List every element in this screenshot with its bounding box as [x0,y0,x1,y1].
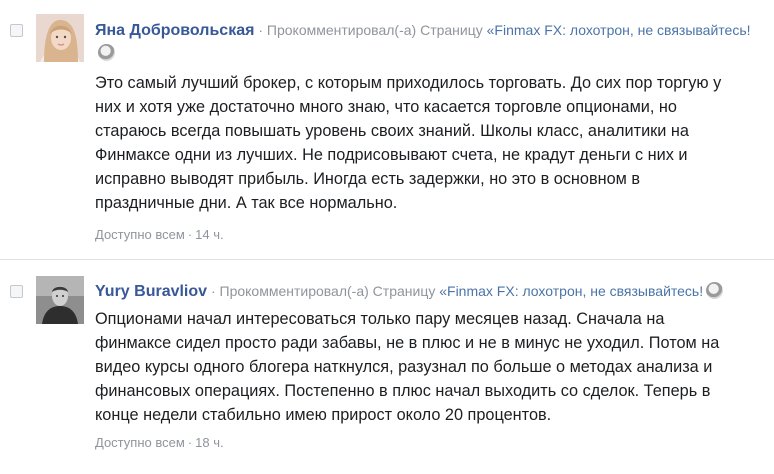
select-checkbox[interactable] [10,24,23,37]
comment-text: Опционами начал интересоваться только па… [95,310,720,424]
avatar-photo-icon [36,14,84,62]
comment-header: Yury Buravliov · Прокомментировал(-а) Ст… [95,280,766,303]
comment-item: Яна Добровольская · Прокомментировал(-а)… [0,0,774,260]
author-name[interactable]: Яна Добровольская [95,22,254,39]
timestamp[interactable]: 14 ч. [195,227,223,242]
avatar[interactable] [36,14,84,62]
header-separator: · [210,283,216,299]
page-link[interactable]: «Finmax FX: лохотрон, не связывайтесь! [487,22,751,38]
action-text: Прокомментировал(-а) Страницу [266,22,483,38]
visibility-label[interactable]: Доступно всем [95,435,185,450]
comment-header: Яна Добровольская · Прокомментировал(-а)… [95,19,766,64]
header-separator: · [258,22,264,38]
comment-meta: Доступно всем · 14 ч. [95,226,224,244]
page-avatar-icon[interactable] [98,44,115,61]
page-avatar-icon[interactable] [706,282,724,299]
avatar[interactable] [36,276,84,324]
avatar-photo-icon [36,276,84,324]
meta-dot: · [187,227,193,242]
page-link[interactable]: «Finmax FX: лохотрон, не связывайтесь! [439,283,703,299]
comment-text: Это самый лучший брокер, с которым прихо… [95,74,722,212]
comment-meta: Доступно всем · 18 ч. [95,434,224,452]
comment-item: Yury Buravliov · Прокомментировал(-а) Ст… [0,261,774,474]
action-text: Прокомментировал(-а) Страницу [219,283,436,299]
timestamp[interactable]: 18 ч. [195,435,223,450]
meta-dot: · [187,435,193,450]
author-name[interactable]: Yury Buravliov [95,283,207,300]
select-checkbox[interactable] [10,285,23,298]
visibility-label[interactable]: Доступно всем [95,227,185,242]
